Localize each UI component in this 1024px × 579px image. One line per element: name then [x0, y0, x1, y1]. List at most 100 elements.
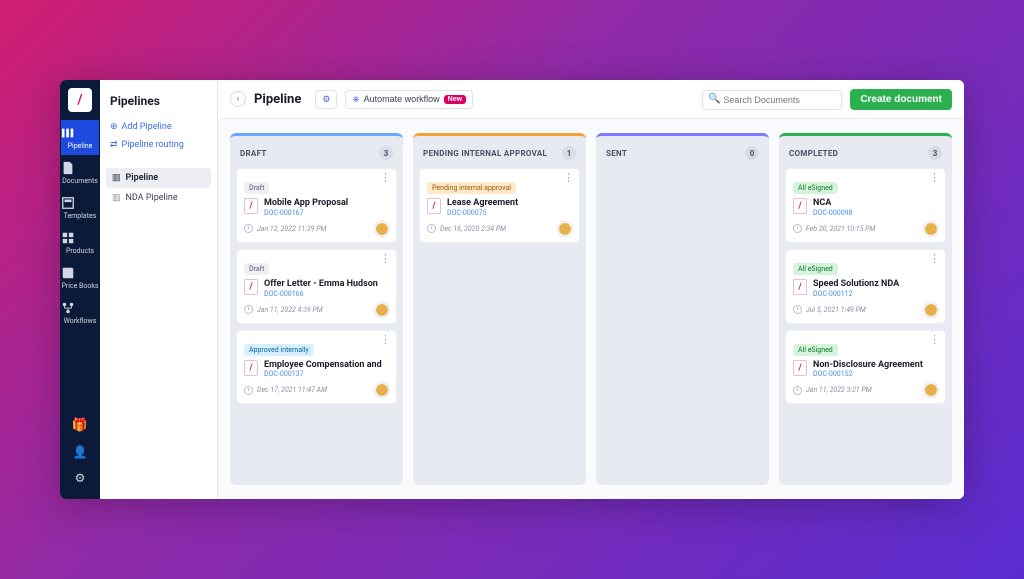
status-badge: Draft — [244, 182, 269, 194]
card-timestamp: Dec 16, 2020 2:34 PM — [440, 225, 506, 233]
card-title: Employee Compensation and — [264, 360, 382, 371]
card-timestamp: Feb 20, 2021 10:15 PM — [806, 225, 875, 233]
document-card[interactable]: ⋮ Approved internally / Employee Compens… — [236, 330, 397, 405]
new-badge: New — [444, 95, 466, 104]
card-title: Mobile App Proposal — [264, 198, 348, 209]
main-area: ‹ Pipeline ⚙ ⎈ Automate workflow New 🔍 C… — [218, 80, 964, 499]
column-count: 0 — [745, 146, 759, 160]
document-icon: / — [244, 360, 258, 376]
document-card[interactable]: ⋮ Pending internal approval / Lease Agre… — [419, 168, 580, 243]
workflow-icon: ⎈ — [352, 94, 359, 105]
sidebar-item-pipeline[interactable]: ▥ Pipeline — [106, 168, 211, 188]
assignee-avatar[interactable] — [375, 303, 389, 317]
gear-icon: ⚙ — [322, 94, 330, 105]
clock-icon — [427, 224, 436, 233]
automate-workflow-button[interactable]: ⎈ Automate workflow New — [345, 90, 473, 109]
assignee-avatar[interactable] — [924, 383, 938, 397]
card-title: Speed Solutionz NDA — [813, 279, 899, 290]
assignee-avatar[interactable] — [375, 383, 389, 397]
gift-icon[interactable]: 🎁 — [72, 418, 88, 433]
rail-item-pipeline[interactable]: Pipeline — [61, 120, 98, 155]
assignee-avatar[interactable] — [558, 222, 572, 236]
app-logo[interactable]: / — [68, 88, 92, 112]
invite-icon[interactable]: 👤 — [73, 445, 88, 459]
templates-icon — [61, 196, 98, 210]
rail-item-label: Products — [66, 247, 94, 255]
status-badge: All eSigned — [793, 182, 838, 194]
document-id: DOC-000167 — [264, 209, 348, 217]
rail-item-templates[interactable]: Templates — [61, 190, 98, 225]
sidebar-item-label: Pipeline — [126, 173, 159, 183]
rail-item-label: Templates — [64, 212, 97, 220]
document-id: DOC-000098 — [813, 209, 853, 217]
card-title: Lease Agreement — [447, 198, 518, 209]
page-title: Pipeline — [254, 92, 301, 107]
search-input[interactable] — [702, 90, 842, 110]
rail-item-documents[interactable]: Documents — [61, 155, 98, 190]
assignee-avatar[interactable] — [924, 222, 938, 236]
card-title: Non-Disclosure Agreement — [813, 360, 923, 371]
plus-circle-icon: ⊕ — [110, 122, 118, 132]
columns-icon: ▥ — [112, 173, 121, 183]
document-card[interactable]: ⋮ Draft / Mobile App Proposal DOC-000167… — [236, 168, 397, 243]
sidebar: Pipelines ⊕ Add Pipeline ⇄ Pipeline rout… — [100, 80, 218, 499]
column-completed: COMPLETED 3 ⋮ All eSigned / NCA DOC-0000… — [779, 133, 952, 485]
rail-item-products[interactable]: Products — [61, 225, 98, 260]
document-card[interactable]: ⋮ All eSigned / NCA DOC-000098 Feb 20, 2… — [785, 168, 946, 243]
settings-icon[interactable]: ⚙ — [75, 471, 86, 485]
rail-item-label: Price Books — [61, 282, 98, 290]
clock-icon — [793, 386, 802, 395]
add-pipeline-label: Add Pipeline — [122, 122, 172, 132]
column-title: PENDING INTERNAL APPROVAL — [423, 149, 547, 158]
assignee-avatar[interactable] — [924, 303, 938, 317]
document-id: DOC-000075 — [447, 209, 518, 217]
document-icon: / — [793, 360, 807, 376]
column-count: 1 — [562, 146, 576, 160]
document-id: DOC-000112 — [813, 290, 899, 298]
add-pipeline-link[interactable]: ⊕ Add Pipeline — [106, 118, 211, 136]
card-timestamp: Jan 12, 2022 11:39 PM — [257, 225, 326, 233]
card-menu-icon[interactable]: ⋮ — [380, 336, 391, 344]
card-menu-icon[interactable]: ⋮ — [380, 174, 391, 182]
kanban-board: DRAFT 3 ⋮ Draft / Mobile App Proposal DO… — [218, 119, 964, 499]
status-badge: Approved internally — [244, 344, 314, 356]
card-menu-icon[interactable]: ⋮ — [929, 174, 940, 182]
card-menu-icon[interactable]: ⋮ — [563, 174, 574, 182]
card-menu-icon[interactable]: ⋮ — [929, 336, 940, 344]
document-icon: / — [244, 198, 258, 214]
document-id: DOC-000152 — [813, 370, 923, 378]
search-icon: 🔍 — [708, 94, 720, 105]
column-title: SENT — [606, 149, 627, 158]
pricebooks-icon — [61, 266, 98, 280]
pipeline-routing-link[interactable]: ⇄ Pipeline routing — [106, 136, 211, 154]
card-title: Offer Letter - Emma Hudson — [264, 279, 378, 290]
column-title: COMPLETED — [789, 149, 838, 158]
create-document-button[interactable]: Create document — [850, 89, 952, 110]
card-menu-icon[interactable]: ⋮ — [929, 255, 940, 263]
back-button[interactable]: ‹ — [230, 91, 246, 107]
document-card[interactable]: ⋮ All eSigned / Non-Disclosure Agreement… — [785, 330, 946, 405]
rail-item-label: Workflows — [64, 317, 97, 325]
card-timestamp: Jul 5, 2021 1:49 PM — [806, 306, 866, 314]
rail-item-label: Pipeline — [68, 142, 93, 150]
rail-item-pricebooks[interactable]: Price Books — [61, 260, 98, 295]
settings-button[interactable]: ⚙ — [315, 90, 337, 109]
document-icon: / — [793, 279, 807, 295]
card-menu-icon[interactable]: ⋮ — [380, 255, 391, 263]
status-badge: All eSigned — [793, 344, 838, 356]
document-card[interactable]: ⋮ Draft / Offer Letter - Emma Hudson DOC… — [236, 249, 397, 324]
column-pending-internal-approval: PENDING INTERNAL APPROVAL 1 ⋮ Pending in… — [413, 133, 586, 485]
document-card[interactable]: ⋮ All eSigned / Speed Solutionz NDA DOC-… — [785, 249, 946, 324]
sidebar-item-nda-pipeline[interactable]: ▥NDA Pipeline — [106, 188, 211, 208]
clock-icon — [244, 386, 253, 395]
card-timestamp: Dec 17, 2021 11:47 AM — [257, 386, 327, 394]
pipeline-icon — [61, 126, 98, 140]
routing-icon: ⇄ — [110, 140, 118, 150]
card-timestamp: Jan 11, 2022 4:39 PM — [257, 306, 323, 314]
card-timestamp: Jan 11, 2022 3:21 PM — [806, 386, 872, 394]
card-title: NCA — [813, 198, 853, 209]
topbar: ‹ Pipeline ⚙ ⎈ Automate workflow New 🔍 C… — [218, 80, 964, 119]
search-wrap: 🔍 — [702, 88, 842, 110]
assignee-avatar[interactable] — [375, 222, 389, 236]
rail-item-workflows[interactable]: Workflows — [61, 295, 98, 330]
